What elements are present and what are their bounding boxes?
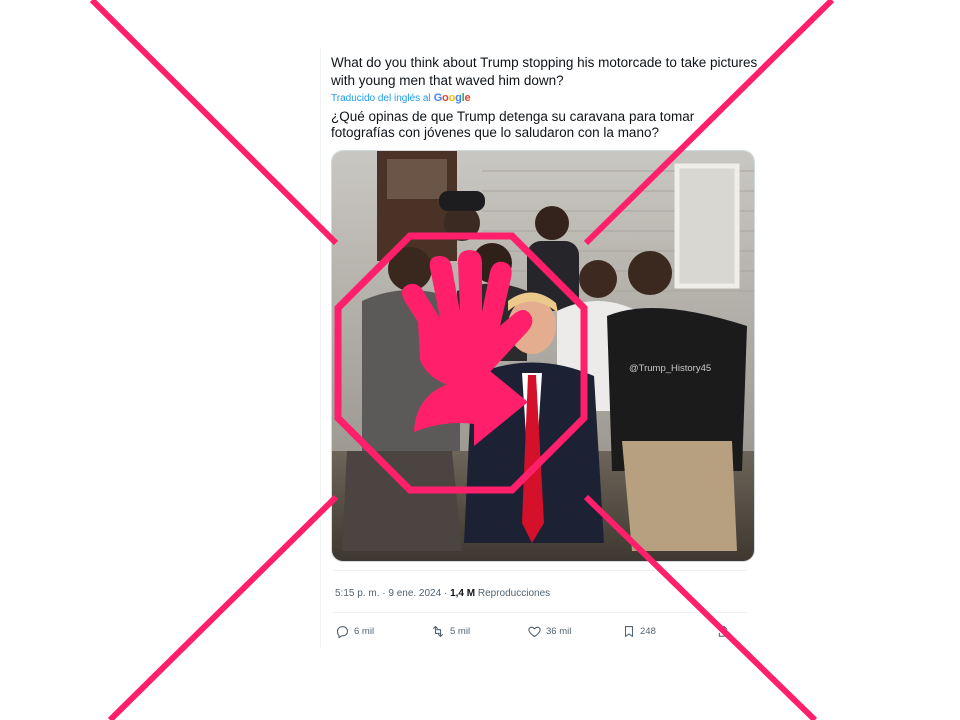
like-count: 36 mil [546, 625, 572, 637]
retweet-button[interactable]: 5 mil [430, 624, 470, 639]
tweet-image[interactable]: @Trump_History45 [331, 150, 755, 562]
translation-label: Traducido del inglés al [331, 92, 431, 104]
reply-icon [336, 625, 349, 638]
tweet-text: What do you think about Trump stopping h… [331, 55, 758, 88]
like-button[interactable]: 36 mil [527, 624, 571, 639]
bookmark-count: 248 [640, 625, 656, 637]
retweet-count: 5 mil [450, 625, 471, 637]
tweet-card: What do you think about Trump stopping h… [320, 48, 757, 648]
views-label: Reproducciones [475, 588, 551, 599]
bookmark-icon [624, 625, 634, 637]
views-count: 1,4 M [450, 588, 476, 599]
translation-attribution[interactable]: Traducido del inglés al Google [331, 92, 471, 104]
tweet-actions: 6 mil 5 mil 36 mil 248 [335, 622, 735, 640]
reply-count: 6 mil [354, 625, 375, 637]
heart-icon [528, 626, 541, 637]
divider [333, 612, 747, 613]
bookmark-button[interactable]: 248 [622, 624, 656, 639]
image-watermark: @Trump_History45 [629, 363, 712, 374]
tweet-meta: 5:15 p. m. · 9 ene. 2024 · 1,4 M Reprodu… [335, 588, 550, 599]
retweet-icon [433, 625, 443, 637]
photo-illustration [332, 151, 754, 561]
google-logo: Google [433, 92, 471, 104]
divider [333, 570, 747, 571]
translated-tweet-text: ¿Qué opinas de que Trump detenga su cara… [331, 109, 695, 140]
tweet-timestamp[interactable]: 5:15 p. m. · 9 ene. 2024 · [335, 588, 450, 599]
share-icon [718, 625, 730, 637]
share-button[interactable] [717, 624, 731, 639]
reply-button[interactable]: 6 mil [335, 624, 374, 639]
